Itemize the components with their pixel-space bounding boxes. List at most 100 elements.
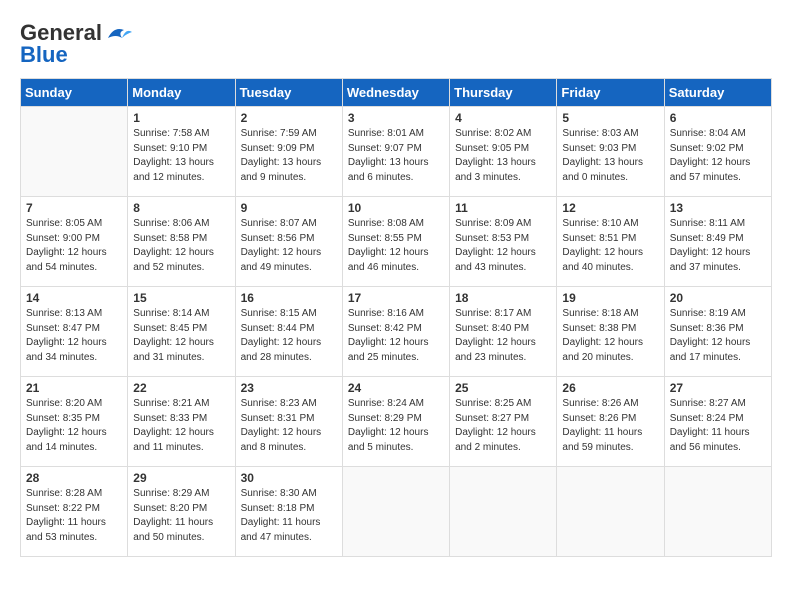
calendar-cell: 29 Sunrise: 8:29 AM Sunset: 8:20 PM Dayl… bbox=[128, 467, 235, 557]
day-number: 16 bbox=[241, 291, 337, 305]
day-number: 6 bbox=[670, 111, 766, 125]
day-number: 24 bbox=[348, 381, 444, 395]
page-header: General Blue bbox=[20, 20, 772, 68]
day-number: 30 bbox=[241, 471, 337, 485]
day-number: 8 bbox=[133, 201, 229, 215]
cell-info: Sunrise: 8:19 AM Sunset: 8:36 PM Dayligh… bbox=[670, 307, 766, 365]
calendar-cell: 13 Sunrise: 8:11 AM Sunset: 8:49 PM Dayl… bbox=[664, 197, 771, 287]
calendar-cell: 27 Sunrise: 8:27 AM Sunset: 8:24 PM Dayl… bbox=[664, 377, 771, 467]
cell-info: Sunrise: 8:18 AM Sunset: 8:38 PM Dayligh… bbox=[562, 307, 658, 365]
calendar-cell: 9 Sunrise: 8:07 AM Sunset: 8:56 PM Dayli… bbox=[235, 197, 342, 287]
cell-info: Sunrise: 8:28 AM Sunset: 8:22 PM Dayligh… bbox=[26, 487, 122, 545]
day-number: 25 bbox=[455, 381, 551, 395]
calendar-cell bbox=[557, 467, 664, 557]
calendar-cell: 23 Sunrise: 8:23 AM Sunset: 8:31 PM Dayl… bbox=[235, 377, 342, 467]
cell-info: Sunrise: 8:15 AM Sunset: 8:44 PM Dayligh… bbox=[241, 307, 337, 365]
day-number: 11 bbox=[455, 201, 551, 215]
day-number: 23 bbox=[241, 381, 337, 395]
cell-info: Sunrise: 8:04 AM Sunset: 9:02 PM Dayligh… bbox=[670, 127, 766, 185]
cell-info: Sunrise: 8:16 AM Sunset: 8:42 PM Dayligh… bbox=[348, 307, 444, 365]
calendar-cell bbox=[664, 467, 771, 557]
day-number: 26 bbox=[562, 381, 658, 395]
header-row: SundayMondayTuesdayWednesdayThursdayFrid… bbox=[21, 79, 772, 107]
day-number: 1 bbox=[133, 111, 229, 125]
cell-info: Sunrise: 8:23 AM Sunset: 8:31 PM Dayligh… bbox=[241, 397, 337, 455]
day-number: 10 bbox=[348, 201, 444, 215]
calendar-cell: 2 Sunrise: 7:59 AM Sunset: 9:09 PM Dayli… bbox=[235, 107, 342, 197]
cell-info: Sunrise: 8:10 AM Sunset: 8:51 PM Dayligh… bbox=[562, 217, 658, 275]
cell-info: Sunrise: 8:03 AM Sunset: 9:03 PM Dayligh… bbox=[562, 127, 658, 185]
calendar-cell bbox=[21, 107, 128, 197]
day-number: 4 bbox=[455, 111, 551, 125]
day-number: 15 bbox=[133, 291, 229, 305]
calendar-cell: 24 Sunrise: 8:24 AM Sunset: 8:29 PM Dayl… bbox=[342, 377, 449, 467]
calendar-table: SundayMondayTuesdayWednesdayThursdayFrid… bbox=[20, 78, 772, 557]
day-number: 3 bbox=[348, 111, 444, 125]
calendar-cell: 8 Sunrise: 8:06 AM Sunset: 8:58 PM Dayli… bbox=[128, 197, 235, 287]
day-number: 28 bbox=[26, 471, 122, 485]
header-cell-wednesday: Wednesday bbox=[342, 79, 449, 107]
header-cell-friday: Friday bbox=[557, 79, 664, 107]
day-number: 12 bbox=[562, 201, 658, 215]
week-row-1: 7 Sunrise: 8:05 AM Sunset: 9:00 PM Dayli… bbox=[21, 197, 772, 287]
day-number: 21 bbox=[26, 381, 122, 395]
day-number: 29 bbox=[133, 471, 229, 485]
cell-info: Sunrise: 8:11 AM Sunset: 8:49 PM Dayligh… bbox=[670, 217, 766, 275]
cell-info: Sunrise: 7:59 AM Sunset: 9:09 PM Dayligh… bbox=[241, 127, 337, 185]
calendar-cell: 12 Sunrise: 8:10 AM Sunset: 8:51 PM Dayl… bbox=[557, 197, 664, 287]
calendar-cell: 11 Sunrise: 8:09 AM Sunset: 8:53 PM Dayl… bbox=[450, 197, 557, 287]
calendar-cell: 26 Sunrise: 8:26 AM Sunset: 8:26 PM Dayl… bbox=[557, 377, 664, 467]
calendar-cell: 7 Sunrise: 8:05 AM Sunset: 9:00 PM Dayli… bbox=[21, 197, 128, 287]
cell-info: Sunrise: 8:01 AM Sunset: 9:07 PM Dayligh… bbox=[348, 127, 444, 185]
calendar-cell: 16 Sunrise: 8:15 AM Sunset: 8:44 PM Dayl… bbox=[235, 287, 342, 377]
calendar-cell: 15 Sunrise: 8:14 AM Sunset: 8:45 PM Dayl… bbox=[128, 287, 235, 377]
cell-info: Sunrise: 8:27 AM Sunset: 8:24 PM Dayligh… bbox=[670, 397, 766, 455]
calendar-cell bbox=[342, 467, 449, 557]
cell-info: Sunrise: 8:17 AM Sunset: 8:40 PM Dayligh… bbox=[455, 307, 551, 365]
cell-info: Sunrise: 8:02 AM Sunset: 9:05 PM Dayligh… bbox=[455, 127, 551, 185]
cell-info: Sunrise: 8:29 AM Sunset: 8:20 PM Dayligh… bbox=[133, 487, 229, 545]
cell-info: Sunrise: 8:13 AM Sunset: 8:47 PM Dayligh… bbox=[26, 307, 122, 365]
week-row-0: 1 Sunrise: 7:58 AM Sunset: 9:10 PM Dayli… bbox=[21, 107, 772, 197]
day-number: 9 bbox=[241, 201, 337, 215]
cell-info: Sunrise: 8:07 AM Sunset: 8:56 PM Dayligh… bbox=[241, 217, 337, 275]
day-number: 2 bbox=[241, 111, 337, 125]
day-number: 13 bbox=[670, 201, 766, 215]
header-cell-tuesday: Tuesday bbox=[235, 79, 342, 107]
cell-info: Sunrise: 8:08 AM Sunset: 8:55 PM Dayligh… bbox=[348, 217, 444, 275]
logo-blue: Blue bbox=[20, 42, 68, 68]
day-number: 17 bbox=[348, 291, 444, 305]
calendar-cell: 28 Sunrise: 8:28 AM Sunset: 8:22 PM Dayl… bbox=[21, 467, 128, 557]
cell-info: Sunrise: 8:25 AM Sunset: 8:27 PM Dayligh… bbox=[455, 397, 551, 455]
day-number: 22 bbox=[133, 381, 229, 395]
header-cell-monday: Monday bbox=[128, 79, 235, 107]
day-number: 19 bbox=[562, 291, 658, 305]
calendar-cell: 21 Sunrise: 8:20 AM Sunset: 8:35 PM Dayl… bbox=[21, 377, 128, 467]
calendar-cell bbox=[450, 467, 557, 557]
day-number: 14 bbox=[26, 291, 122, 305]
cell-info: Sunrise: 8:06 AM Sunset: 8:58 PM Dayligh… bbox=[133, 217, 229, 275]
day-number: 5 bbox=[562, 111, 658, 125]
calendar-cell: 5 Sunrise: 8:03 AM Sunset: 9:03 PM Dayli… bbox=[557, 107, 664, 197]
logo-bird-icon bbox=[104, 24, 132, 42]
header-cell-saturday: Saturday bbox=[664, 79, 771, 107]
logo: General Blue bbox=[20, 20, 132, 68]
week-row-4: 28 Sunrise: 8:28 AM Sunset: 8:22 PM Dayl… bbox=[21, 467, 772, 557]
calendar-cell: 25 Sunrise: 8:25 AM Sunset: 8:27 PM Dayl… bbox=[450, 377, 557, 467]
calendar-cell: 1 Sunrise: 7:58 AM Sunset: 9:10 PM Dayli… bbox=[128, 107, 235, 197]
day-number: 18 bbox=[455, 291, 551, 305]
cell-info: Sunrise: 8:30 AM Sunset: 8:18 PM Dayligh… bbox=[241, 487, 337, 545]
header-cell-sunday: Sunday bbox=[21, 79, 128, 107]
header-cell-thursday: Thursday bbox=[450, 79, 557, 107]
cell-info: Sunrise: 8:21 AM Sunset: 8:33 PM Dayligh… bbox=[133, 397, 229, 455]
calendar-cell: 17 Sunrise: 8:16 AM Sunset: 8:42 PM Dayl… bbox=[342, 287, 449, 377]
calendar-cell: 18 Sunrise: 8:17 AM Sunset: 8:40 PM Dayl… bbox=[450, 287, 557, 377]
calendar-cell: 22 Sunrise: 8:21 AM Sunset: 8:33 PM Dayl… bbox=[128, 377, 235, 467]
calendar-cell: 10 Sunrise: 8:08 AM Sunset: 8:55 PM Dayl… bbox=[342, 197, 449, 287]
week-row-3: 21 Sunrise: 8:20 AM Sunset: 8:35 PM Dayl… bbox=[21, 377, 772, 467]
cell-info: Sunrise: 8:24 AM Sunset: 8:29 PM Dayligh… bbox=[348, 397, 444, 455]
calendar-cell: 3 Sunrise: 8:01 AM Sunset: 9:07 PM Dayli… bbox=[342, 107, 449, 197]
day-number: 7 bbox=[26, 201, 122, 215]
cell-info: Sunrise: 8:14 AM Sunset: 8:45 PM Dayligh… bbox=[133, 307, 229, 365]
calendar-cell: 14 Sunrise: 8:13 AM Sunset: 8:47 PM Dayl… bbox=[21, 287, 128, 377]
